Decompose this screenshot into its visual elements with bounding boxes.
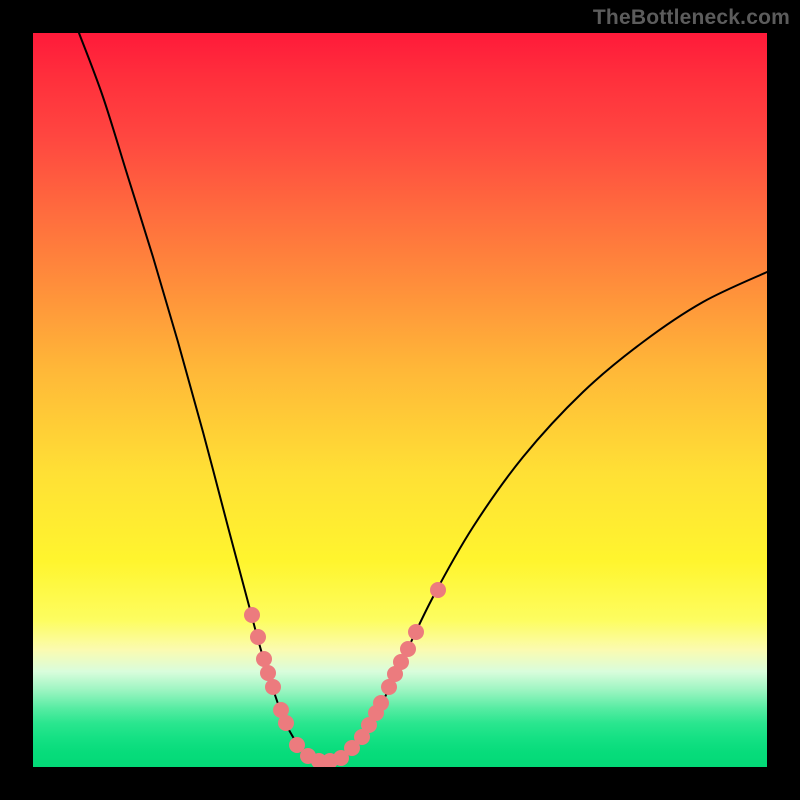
bottleneck-curve <box>79 33 767 762</box>
data-dot <box>256 651 272 667</box>
data-dot <box>244 607 260 623</box>
data-dot <box>373 695 389 711</box>
data-dot <box>400 641 416 657</box>
data-dot <box>250 629 266 645</box>
data-dot <box>278 715 294 731</box>
data-dot <box>430 582 446 598</box>
curve-layer <box>33 33 767 767</box>
watermark-text: TheBottleneck.com <box>593 6 790 30</box>
data-dot <box>260 665 276 681</box>
data-dot <box>265 679 281 695</box>
chart-frame: TheBottleneck.com <box>0 0 800 800</box>
plot-area <box>33 33 767 767</box>
data-dot <box>408 624 424 640</box>
